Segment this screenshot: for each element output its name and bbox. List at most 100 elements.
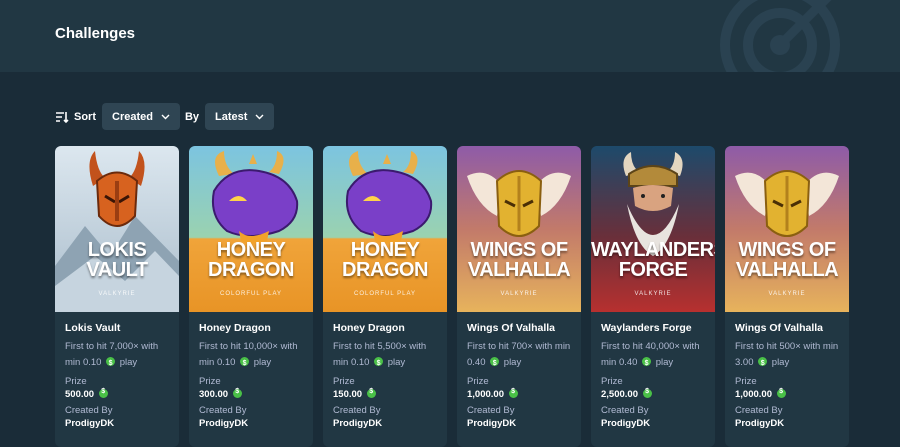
thumbnail-title-line-1: LOKIS — [87, 239, 147, 261]
sort-dropdown-value: Created — [112, 110, 153, 123]
prize-label: Prize — [333, 376, 355, 387]
coin-icon — [240, 356, 250, 372]
prize-label: Prize — [65, 376, 87, 387]
thumbnail-title-line-2: VAULT — [86, 259, 148, 281]
provider-label: VALKYRIE — [768, 291, 806, 297]
page-header: Challenges — [0, 0, 900, 72]
provider-label: COLORFUL PLAY — [219, 291, 282, 297]
description-line-2: 0.40 play — [467, 355, 571, 372]
prize-value: 2,500.00 — [601, 388, 705, 400]
play-text: play — [503, 357, 522, 368]
game-name[interactable]: Wings Of Valhalla — [735, 322, 839, 338]
order-dropdown-value: Latest — [215, 110, 248, 123]
challenge-card[interactable]: WAYLANDERS FORGE VALKYRIE Waylanders For… — [591, 146, 715, 447]
coin-icon — [374, 356, 384, 372]
coin-icon — [642, 388, 652, 398]
game-name[interactable]: Lokis Vault — [65, 322, 169, 338]
prize-value: 300.00 — [199, 388, 303, 400]
play-text: play — [655, 357, 674, 368]
by-label: By — [184, 110, 200, 123]
thumbnail-title-line-2: DRAGON — [342, 259, 428, 281]
game-name[interactable]: Waylanders Forge — [601, 322, 705, 338]
challenge-card[interactable]: WINGS OF VALHALLA VALKYRIE Wings Of Valh… — [457, 146, 581, 447]
thumbnail-title-line-2: FORGE — [618, 259, 688, 281]
thumbnail-title: HONEY DRAGON — [189, 240, 313, 280]
description-line-2: min 0.10 play — [333, 355, 437, 372]
creator-name[interactable]: ProdigyDK — [467, 418, 571, 429]
game-name[interactable]: Honey Dragon — [333, 322, 437, 338]
prize-value: 1,000.00 — [735, 388, 839, 400]
description-line-1: First to hit 700× with min — [467, 341, 571, 352]
thumbnail-title: HONEY DRAGON — [323, 240, 447, 280]
game-thumbnail[interactable]: WINGS OF VALHALLA VALKYRIE — [457, 146, 581, 312]
play-text: play — [771, 357, 790, 368]
game-thumbnail[interactable]: LOKIS VAULT VALKYRIE — [55, 146, 179, 312]
description-line-1: First to hit 40,000× with — [601, 341, 700, 352]
thumbnail-title: WINGS OF VALHALLA — [457, 240, 581, 280]
prize-amount: 300.00 — [199, 389, 229, 400]
creator-name[interactable]: ProdigyDK — [199, 418, 303, 429]
chevron-down-icon — [161, 112, 170, 121]
prize-amount: 1,000.00 — [467, 389, 504, 400]
coin-icon — [776, 388, 786, 398]
target-icon — [720, 0, 840, 72]
creator-name[interactable]: ProdigyDK — [601, 418, 705, 429]
coin-icon — [758, 356, 768, 372]
coin-icon — [98, 388, 108, 398]
challenge-card[interactable]: LOKIS VAULT VALKYRIE Lokis Vault First t… — [55, 146, 179, 447]
play-text: play — [119, 357, 138, 368]
sort-dropdown[interactable]: Created — [102, 103, 180, 130]
thumbnail-title-line-1: WINGS OF — [470, 239, 568, 261]
page-title: Challenges — [55, 25, 136, 42]
challenge-description: First to hit 500× with min 3.00 play — [735, 339, 839, 372]
prize-amount: 2,500.00 — [601, 389, 638, 400]
creator-name[interactable]: ProdigyDK — [65, 418, 169, 429]
challenge-description: First to hit 10,000× with min 0.10 play — [199, 339, 303, 372]
game-thumbnail[interactable]: HONEY DRAGON COLORFUL PLAY — [323, 146, 447, 312]
challenge-card[interactable]: HONEY DRAGON COLORFUL PLAY Honey Dragon … — [189, 146, 313, 447]
prize-value: 150.00 — [333, 388, 437, 400]
prize-amount: 150.00 — [333, 389, 363, 400]
thumbnail-title-line-2: VALHALLA — [735, 259, 839, 281]
created-by-label: Created By — [735, 405, 783, 416]
coin-icon — [508, 388, 518, 398]
prize-amount: 1,000.00 — [735, 389, 772, 400]
game-name[interactable]: Honey Dragon — [199, 322, 303, 338]
thumbnail-title-line-2: DRAGON — [208, 259, 294, 281]
thumbnail-title-line-1: WAYLANDERS — [591, 239, 715, 261]
coin-icon — [490, 356, 500, 372]
thumbnail-title-line-2: VALHALLA — [467, 259, 571, 281]
provider-label: COLORFUL PLAY — [353, 291, 416, 297]
game-thumbnail[interactable]: WINGS OF VALHALLA VALKYRIE — [725, 146, 849, 312]
prize-value: 500.00 — [65, 388, 169, 400]
thumbnail-title: LOKIS VAULT — [55, 240, 179, 280]
coin-icon — [642, 356, 652, 372]
creator-name[interactable]: ProdigyDK — [333, 418, 437, 429]
created-by-label: Created By — [65, 405, 113, 416]
challenge-card[interactable]: WINGS OF VALHALLA VALKYRIE Wings Of Valh… — [725, 146, 849, 447]
chevron-down-icon — [255, 112, 264, 121]
game-name[interactable]: Wings Of Valhalla — [467, 322, 571, 338]
provider-label: VALKYRIE — [500, 291, 538, 297]
game-thumbnail[interactable]: HONEY DRAGON COLORFUL PLAY — [189, 146, 313, 312]
play-text: play — [253, 357, 272, 368]
description-line-1: First to hit 7,000× with — [65, 341, 159, 352]
min-bet: min 0.10 — [199, 357, 236, 368]
sort-icon — [55, 110, 69, 124]
coin-icon — [366, 388, 376, 398]
prize-value: 1,000.00 — [467, 388, 571, 400]
prize-label: Prize — [467, 376, 489, 387]
description-line-1: First to hit 10,000× with — [199, 341, 298, 352]
coin-icon — [232, 388, 242, 398]
challenge-card[interactable]: HONEY DRAGON COLORFUL PLAY Honey Dragon … — [323, 146, 447, 447]
prize-amount: 500.00 — [65, 389, 95, 400]
creator-name[interactable]: ProdigyDK — [735, 418, 839, 429]
description-line-1: First to hit 500× with min — [735, 341, 839, 352]
order-dropdown[interactable]: Latest — [205, 103, 275, 130]
challenge-list: LOKIS VAULT VALKYRIE Lokis Vault First t… — [55, 146, 849, 447]
created-by-label: Created By — [601, 405, 649, 416]
provider-label: VALKYRIE — [634, 291, 672, 297]
min-bet: 3.00 — [735, 357, 754, 368]
play-text: play — [387, 357, 406, 368]
game-thumbnail[interactable]: WAYLANDERS FORGE VALKYRIE — [591, 146, 715, 312]
